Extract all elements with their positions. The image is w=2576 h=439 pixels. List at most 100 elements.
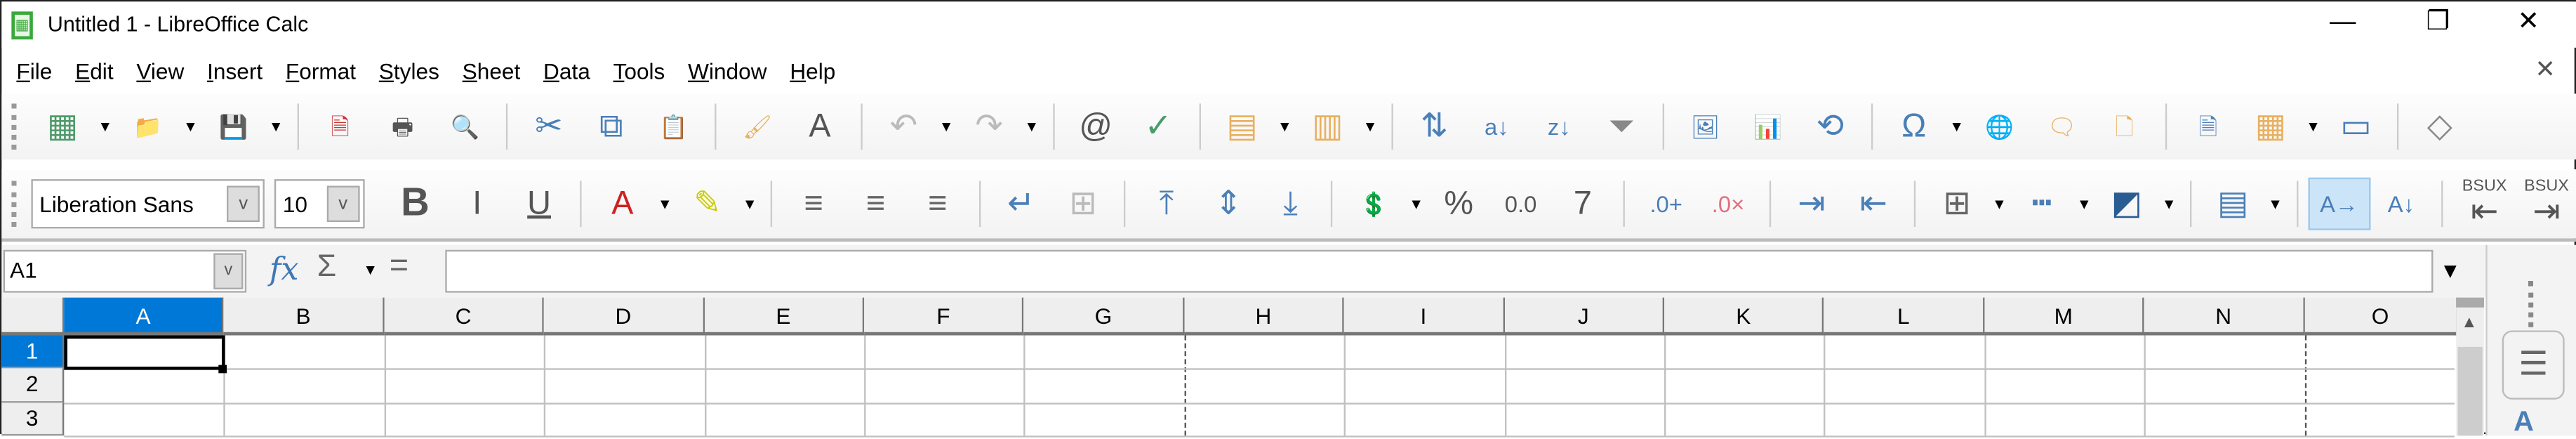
- menu-view[interactable]: View: [136, 58, 184, 83]
- font-color-button[interactable]: A: [592, 178, 653, 230]
- special-character-button[interactable]: Ω: [1883, 100, 1945, 153]
- new-spreadsheet-dropdown-icon[interactable]: ▼: [93, 119, 117, 135]
- print-preview-button[interactable]: 🔍: [434, 100, 496, 153]
- toolbar-grip[interactable]: [11, 181, 18, 228]
- merge-center-button[interactable]: ⊞: [1052, 178, 1114, 230]
- cell-cursor-a1[interactable]: [64, 335, 225, 370]
- paste-button[interactable]: 📋: [642, 100, 705, 153]
- find-replace-button[interactable]: @: [1065, 100, 1127, 153]
- undo-dropdown-icon[interactable]: ▼: [935, 119, 958, 135]
- sort-descending-button[interactable]: z↓: [1528, 100, 1591, 153]
- chevron-down-icon[interactable]: v: [213, 253, 244, 289]
- row-header-3[interactable]: 3: [1, 402, 65, 436]
- conditional-format-button[interactable]: ▤: [2202, 178, 2264, 230]
- sum-dropdown-icon[interactable]: ▼: [363, 261, 378, 277]
- chevron-down-icon[interactable]: v: [326, 185, 360, 222]
- highlight-color-button[interactable]: ✎: [677, 178, 738, 230]
- align-top-button[interactable]: ⤒: [1136, 178, 1197, 230]
- currency-format-dropdown-icon[interactable]: ▼: [1405, 196, 1428, 212]
- scrollbar-thumb[interactable]: [2457, 346, 2483, 436]
- row-header-1[interactable]: 1: [1, 335, 65, 369]
- column-header-f[interactable]: F: [864, 297, 1025, 336]
- expand-formula-bar-icon[interactable]: ▼: [2440, 258, 2461, 282]
- percent-format-button[interactable]: %: [1428, 178, 1489, 230]
- column-header-e[interactable]: E: [704, 297, 865, 336]
- increase-indent-button[interactable]: ⇥: [1781, 178, 1843, 230]
- right-to-left-button[interactable]: BSUX ⇥: [2516, 178, 2576, 230]
- row-dropdown-icon[interactable]: ▼: [1273, 119, 1296, 135]
- sum-button[interactable]: Σ: [317, 250, 337, 286]
- column-header-g[interactable]: G: [1024, 297, 1185, 336]
- menu-format[interactable]: Format: [286, 58, 356, 83]
- function-wizard-button[interactable]: fx: [270, 251, 299, 287]
- column-header-n[interactable]: N: [2144, 297, 2304, 336]
- headers-footers-button[interactable]: 🗋: [2093, 100, 2156, 153]
- toolbar-grip[interactable]: [11, 103, 18, 150]
- freeze-rows-columns-dropdown-icon[interactable]: ▼: [2302, 119, 2325, 135]
- currency-format-button[interactable]: 💲: [1343, 178, 1405, 230]
- insert-image-button[interactable]: 🖼: [1674, 100, 1737, 153]
- conditional-format-dropdown-icon[interactable]: ▼: [2264, 196, 2287, 212]
- italic-button[interactable]: I: [446, 178, 508, 230]
- copy-button[interactable]: ⧉: [580, 100, 642, 153]
- print-button[interactable]: 🖶: [371, 100, 434, 153]
- highlight-color-dropdown-icon[interactable]: ▼: [738, 196, 762, 212]
- border-style-button[interactable]: ┅: [2011, 178, 2073, 230]
- formula-button[interactable]: =: [390, 248, 409, 286]
- undo-button[interactable]: ↶: [872, 100, 935, 153]
- redo-button[interactable]: ↷: [958, 100, 1021, 153]
- menu-data[interactable]: Data: [543, 58, 590, 83]
- menu-edit[interactable]: Edit: [75, 58, 113, 83]
- font-color-dropdown-icon[interactable]: ▼: [653, 196, 677, 212]
- number-format-button[interactable]: 0.0: [1489, 178, 1551, 230]
- formula-input[interactable]: [445, 249, 2434, 293]
- column-header-d[interactable]: D: [544, 297, 705, 336]
- borders-button[interactable]: ⊞: [1926, 178, 1988, 230]
- underline-button[interactable]: U: [508, 178, 570, 230]
- scroll-up-icon[interactable]: ▲: [2461, 314, 2477, 332]
- column-header-i[interactable]: I: [1344, 297, 1505, 336]
- row-button[interactable]: ▤: [1211, 100, 1273, 153]
- column-header-m[interactable]: M: [1984, 297, 2144, 336]
- menu-help[interactable]: Help: [790, 58, 835, 83]
- freeze-rows-columns-button[interactable]: ▦: [2239, 100, 2302, 153]
- borders-dropdown-icon[interactable]: ▼: [1988, 196, 2011, 212]
- clear-formatting-button[interactable]: A: [788, 100, 851, 153]
- spelling-button[interactable]: ✓: [1127, 100, 1190, 153]
- save-button[interactable]: 💾: [202, 100, 265, 153]
- bold-button[interactable]: B: [384, 178, 446, 230]
- align-center-button[interactable]: ≡: [844, 178, 906, 230]
- align-left-button[interactable]: ≡: [783, 178, 844, 230]
- text-horizontal-button[interactable]: A→: [2308, 177, 2370, 230]
- sort-ascending-button[interactable]: a↓: [1466, 100, 1528, 153]
- minimize-button[interactable]: —: [2310, 5, 2376, 44]
- special-character-dropdown-icon[interactable]: ▼: [1945, 119, 1968, 135]
- export-pdf-button[interactable]: 🗎: [309, 100, 371, 153]
- date-format-button[interactable]: 7: [1552, 178, 1614, 230]
- name-box[interactable]: A1 v: [3, 249, 247, 293]
- left-to-right-button[interactable]: BSUX ⇤: [2453, 178, 2515, 230]
- add-decimal-button[interactable]: .0+: [1635, 178, 1697, 230]
- decrease-indent-button[interactable]: ⇤: [1843, 178, 1904, 230]
- print-area-button[interactable]: 🗎: [2177, 100, 2239, 153]
- close-button[interactable]: ✕: [2495, 5, 2561, 44]
- delete-decimal-button[interactable]: .0×: [1697, 178, 1759, 230]
- column-header-j[interactable]: J: [1504, 297, 1664, 336]
- sidebar-grip[interactable]: [2528, 281, 2534, 327]
- hyperlink-button[interactable]: 🌐: [1968, 100, 2031, 153]
- align-bottom-button[interactable]: ⤓: [1259, 178, 1321, 230]
- border-color-dropdown-icon[interactable]: ▼: [2158, 196, 2181, 212]
- menu-tools[interactable]: Tools: [613, 58, 665, 83]
- text-vertical-button[interactable]: A↓: [2370, 178, 2432, 230]
- properties-icon[interactable]: ☰: [2502, 330, 2565, 400]
- column-dropdown-icon[interactable]: ▼: [1359, 119, 1382, 135]
- font-size-combo[interactable]: 10 v: [274, 179, 365, 229]
- menu-insert[interactable]: Insert: [207, 58, 263, 83]
- border-color-button[interactable]: ◩: [2096, 178, 2158, 230]
- column-header-c[interactable]: C: [384, 297, 545, 336]
- comment-button[interactable]: 🗨: [2031, 100, 2093, 153]
- font-name-combo[interactable]: Liberation Sans v: [31, 179, 265, 229]
- border-style-dropdown-icon[interactable]: ▼: [2073, 196, 2096, 212]
- sort-button[interactable]: ⇅: [1403, 100, 1466, 153]
- open-folder-button[interactable]: 📁: [117, 100, 179, 153]
